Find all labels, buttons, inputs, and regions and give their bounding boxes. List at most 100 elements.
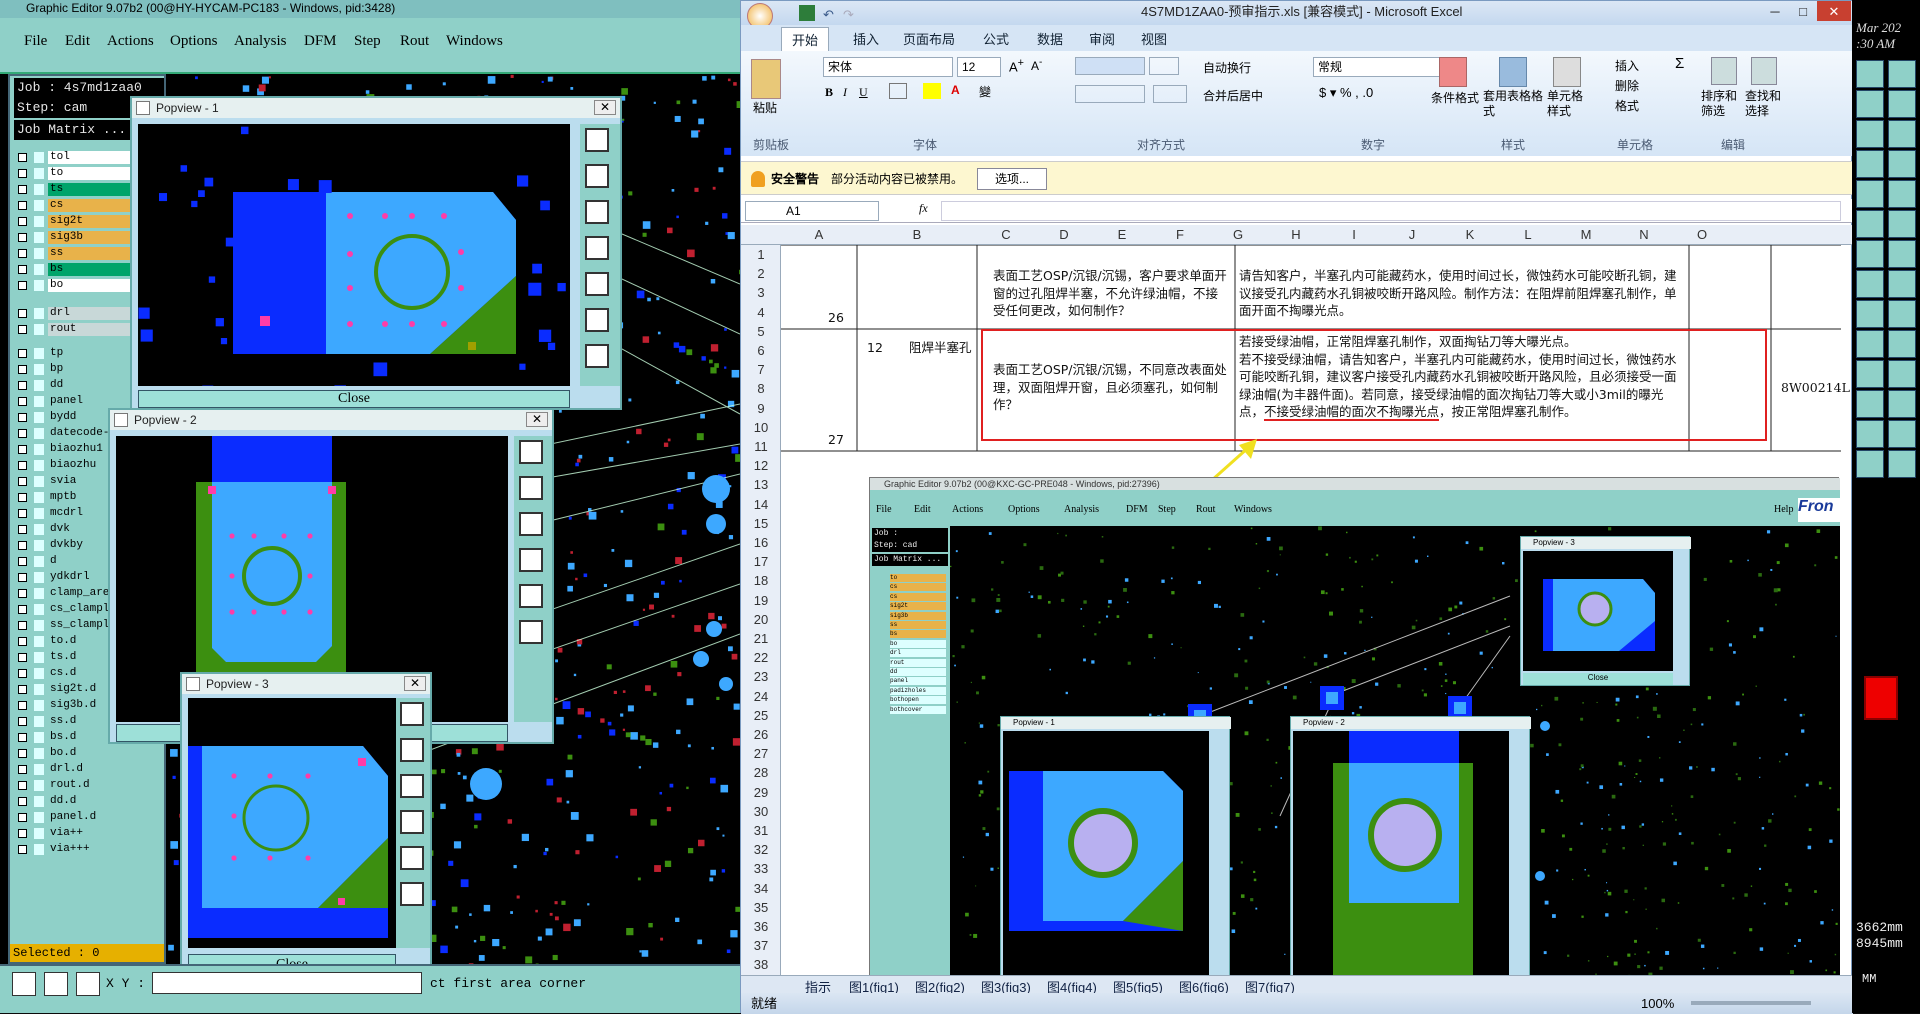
edit-tool-icon[interactable]	[1888, 150, 1916, 178]
row-header[interactable]: 17	[741, 552, 781, 571]
layer-checkbox[interactable]	[18, 233, 27, 242]
currency-icon[interactable]: $ ▾ % , .0	[1319, 85, 1373, 101]
edit-tool-icon[interactable]	[1856, 300, 1884, 328]
conditional-format-button[interactable]: 条件格式	[1431, 89, 1479, 106]
column-header[interactable]: G	[1209, 227, 1267, 242]
cell-style-icon[interactable]	[1553, 57, 1581, 87]
zoom-in-icon[interactable]	[400, 738, 424, 762]
cell-style-button[interactable]: 单元格样式	[1547, 89, 1591, 119]
row-header[interactable]: 30	[741, 802, 781, 821]
border-icon[interactable]	[889, 83, 907, 99]
minimize-icon[interactable]: ─	[1761, 1, 1789, 21]
zoom-fit-icon[interactable]	[400, 702, 424, 726]
layer-checkbox[interactable]	[18, 381, 27, 390]
select-tool-icon[interactable]	[12, 972, 36, 996]
layer-row[interactable]: drl.d	[14, 762, 164, 777]
zoom-area-icon[interactable]	[585, 272, 609, 296]
pan-icon[interactable]	[585, 236, 609, 260]
layer-row[interactable]: via++	[14, 826, 164, 841]
row-header[interactable]: 29	[741, 783, 781, 802]
measure-tool-icon[interactable]	[44, 972, 68, 996]
insert-cells-button[interactable]: 插入	[1615, 57, 1639, 74]
edit-tool-icon[interactable]	[1856, 330, 1884, 358]
row-header[interactable]: 25	[741, 706, 781, 725]
column-header[interactable]: C	[977, 227, 1035, 242]
column-header[interactable]: E	[1093, 227, 1151, 242]
row-header[interactable]: 37	[741, 936, 781, 955]
edit-tool-icon[interactable]	[1856, 60, 1884, 88]
layer-checkbox[interactable]	[18, 153, 27, 162]
zoom-in-icon[interactable]	[519, 476, 543, 500]
edit-tool-icon[interactable]	[1856, 360, 1884, 388]
layer-checkbox[interactable]	[18, 829, 27, 838]
column-header[interactable]: I	[1325, 227, 1383, 242]
center-icon[interactable]	[585, 308, 609, 332]
row-header[interactable]: 23	[741, 667, 781, 686]
menu-analysis[interactable]: Analysis	[234, 33, 287, 50]
row-header[interactable]: 26	[741, 725, 781, 744]
edit-tool-icon[interactable]	[1856, 210, 1884, 238]
layer-checkbox[interactable]	[18, 541, 27, 550]
zoom-in-icon[interactable]	[585, 164, 609, 188]
layer-checkbox[interactable]	[18, 797, 27, 806]
menu-options[interactable]: Options	[170, 33, 218, 50]
popview-canvas[interactable]	[188, 698, 396, 948]
layer-checkbox[interactable]	[18, 325, 27, 334]
row-header[interactable]: 11	[741, 437, 781, 456]
format-cells-button[interactable]: 格式	[1615, 97, 1639, 114]
indent-icon[interactable]	[1153, 85, 1187, 103]
wrap-text-button[interactable]: 自动换行	[1203, 59, 1251, 76]
zoom-out-icon[interactable]	[400, 774, 424, 798]
edit-tool-icon[interactable]	[1856, 180, 1884, 208]
close-button[interactable]: Close	[138, 390, 570, 408]
layer-checkbox[interactable]	[18, 349, 27, 358]
layer-checkbox[interactable]	[18, 461, 27, 470]
menu-actions[interactable]: Actions	[107, 33, 154, 50]
conditional-format-icon[interactable]	[1439, 57, 1467, 87]
zoom-out-icon[interactable]	[519, 512, 543, 536]
edit-tool-icon[interactable]	[1856, 150, 1884, 178]
row-header[interactable]: 35	[741, 898, 781, 917]
table-format-icon[interactable]	[1499, 57, 1527, 87]
center-icon[interactable]	[400, 882, 424, 906]
menu-edit[interactable]: Edit	[65, 33, 90, 50]
layer-checkbox[interactable]	[18, 685, 27, 694]
edit-tool-icon[interactable]	[1888, 180, 1916, 208]
edit-tool-icon[interactable]	[1856, 90, 1884, 118]
align-left-icon[interactable]	[1075, 85, 1145, 103]
layer-row[interactable]: bo.d	[14, 746, 164, 761]
shrink-font-icon[interactable]: A-	[1031, 57, 1042, 73]
row-header[interactable]: 22	[741, 648, 781, 667]
edit-tool-icon[interactable]	[1856, 450, 1884, 478]
column-header[interactable]: A	[781, 227, 857, 242]
layer-checkbox[interactable]	[18, 589, 27, 598]
row-header[interactable]: 15	[741, 514, 781, 533]
autosum-icon[interactable]: Σ	[1675, 55, 1684, 72]
layer-checkbox[interactable]	[18, 413, 27, 422]
edit-tool-icon[interactable]	[1888, 360, 1916, 388]
edit-tool-icon[interactable]	[1888, 120, 1916, 148]
layer-checkbox[interactable]	[18, 765, 27, 774]
home-icon[interactable]	[585, 344, 609, 368]
edit-tool-icon[interactable]	[1888, 240, 1916, 268]
redo-icon[interactable]: ↷	[843, 4, 854, 26]
find-select-button[interactable]: 查找和选择	[1745, 89, 1781, 119]
row-header[interactable]: 6	[741, 341, 781, 360]
layer-checkbox[interactable]	[18, 169, 27, 178]
layer-checkbox[interactable]	[18, 605, 27, 614]
font-color-icon[interactable]: A	[951, 83, 960, 97]
bold-icon[interactable]: B	[825, 85, 833, 100]
fx-icon[interactable]: fx	[919, 201, 928, 216]
layer-checkbox[interactable]	[18, 365, 27, 374]
row-header[interactable]: 33	[741, 859, 781, 878]
edit-tool-icon[interactable]	[1856, 270, 1884, 298]
tab-page-layout[interactable]: 页面布局	[903, 29, 955, 48]
edit-tool-icon[interactable]	[1888, 60, 1916, 88]
layer-checkbox[interactable]	[18, 249, 27, 258]
layer-checkbox[interactable]	[18, 573, 27, 582]
row-header[interactable]: 13	[741, 475, 781, 494]
close-icon[interactable]: ✕	[526, 412, 548, 427]
column-header[interactable]: O	[1673, 227, 1731, 242]
column-header[interactable]: D	[1035, 227, 1093, 242]
row-header[interactable]: 9	[741, 399, 781, 418]
